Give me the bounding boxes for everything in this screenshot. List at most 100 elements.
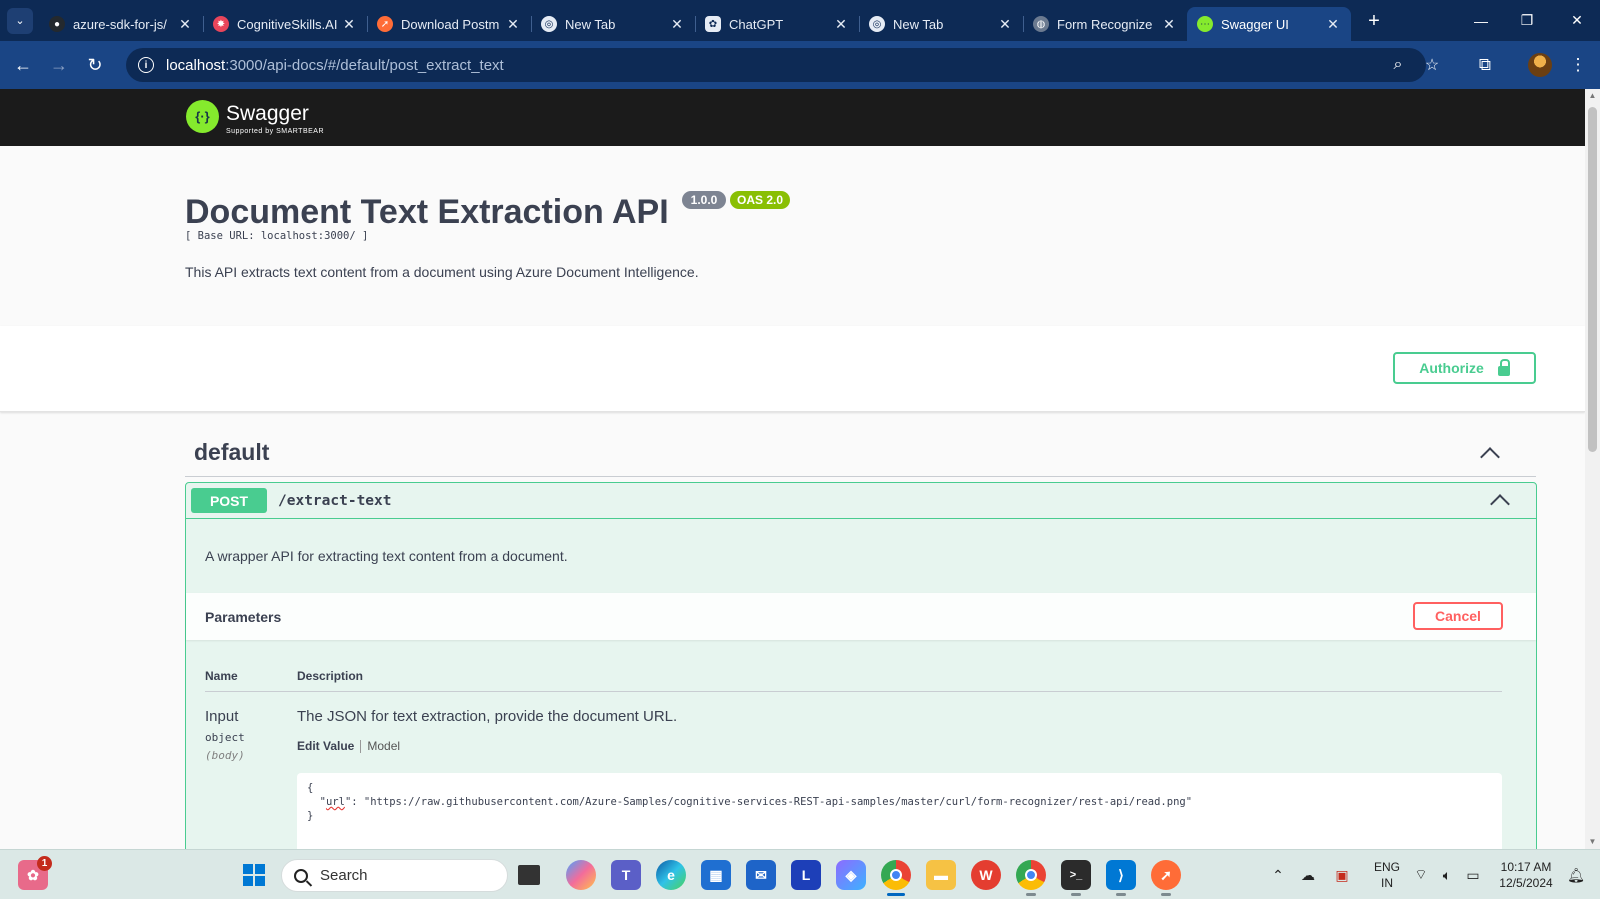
base-url: [ Base URL: localhost:3000/ ]: [185, 230, 369, 242]
browser-tab-strip: ⌄ ● azure-sdk-for-js/ ✕ ✸ CognitiveSkill…: [0, 0, 1600, 41]
operation-post-extract-text: POST /extract-text A wrapper API for ext…: [185, 482, 1537, 849]
url-path: :3000/api-docs/#/default/post_extract_te…: [225, 56, 504, 74]
column-description-header: Description: [297, 669, 364, 683]
extensions-icon[interactable]: ⧉: [1470, 50, 1500, 80]
browser-tab[interactable]: ✸ CognitiveSkills.AI ✕: [203, 7, 367, 41]
postman-icon: ➚: [377, 16, 393, 32]
site-info-icon[interactable]: i: [138, 57, 154, 73]
language-label: ENG: [1373, 860, 1400, 874]
method-badge: POST: [191, 488, 267, 513]
swagger-logo-sub: Supported by SMARTBEAR: [226, 128, 325, 135]
request-body-editor[interactable]: { "url": "https://raw.githubusercontent.…: [297, 773, 1502, 849]
close-tab-icon[interactable]: ✕: [833, 16, 849, 33]
swagger-icon: ⋯: [1197, 16, 1213, 32]
scroll-thumb[interactable]: [1588, 107, 1597, 452]
operation-description: A wrapper API for extracting text conten…: [205, 548, 568, 564]
taskbar: ✿ 1 Search T e ▦ ✉ L ◈ ▬ W >_ ⟩ ➚ ⌃ ☁ ▣ …: [0, 849, 1600, 899]
copilot-icon[interactable]: [566, 860, 596, 890]
edge-icon[interactable]: e: [656, 860, 686, 890]
vscode-icon[interactable]: ⟩: [1106, 860, 1136, 896]
chrome-icon[interactable]: [881, 860, 911, 896]
gift-icon[interactable]: ▣: [1330, 850, 1354, 899]
scroll-down-icon[interactable]: ▼: [1588, 837, 1597, 847]
parameter-name: Input: [205, 708, 239, 725]
search-placeholder: Search: [320, 867, 368, 884]
clock[interactable]: 10:17 AM 12/5/2024: [1494, 859, 1558, 891]
wps-icon[interactable]: W: [971, 860, 1001, 890]
collapse-chevron-icon[interactable]: [1480, 447, 1500, 467]
restore-icon[interactable]: ❐: [1504, 0, 1550, 41]
browser-tab[interactable]: ● azure-sdk-for-js/ ✕: [39, 7, 203, 41]
authorize-button[interactable]: Authorize: [1393, 352, 1536, 384]
cancel-button[interactable]: Cancel: [1413, 602, 1503, 630]
tab-model[interactable]: Model: [367, 739, 400, 753]
volume-icon[interactable]: 🔈︎: [1436, 850, 1458, 899]
copilot-app-icon[interactable]: ◈: [836, 860, 866, 890]
address-bar[interactable]: i localhost:3000/api-docs/#/default/post…: [126, 48, 1439, 82]
tag-section-default[interactable]: default: [185, 427, 1536, 477]
tab-title: Download Postm: [401, 16, 500, 32]
json-key: url: [325, 796, 345, 808]
close-tab-icon[interactable]: ✕: [1325, 16, 1341, 33]
close-tab-icon[interactable]: ✕: [505, 16, 521, 33]
profile-avatar[interactable]: [1525, 50, 1555, 80]
chatgpt-icon: ✿: [705, 16, 721, 32]
wifi-icon[interactable]: ⌔: [1410, 850, 1432, 899]
file-explorer-icon[interactable]: ▬: [926, 860, 956, 890]
l-app-icon[interactable]: L: [791, 860, 821, 890]
store-icon[interactable]: ▦: [701, 860, 731, 890]
example-model-tabs: Edit Value Model: [297, 739, 400, 753]
terminal-icon[interactable]: >_: [1061, 860, 1091, 896]
close-tab-icon[interactable]: ✕: [341, 16, 357, 33]
chrome-profile-icon[interactable]: [1016, 860, 1046, 896]
parameter-type: object: [205, 731, 245, 744]
browser-tab[interactable]: ✿ ChatGPT ✕: [695, 7, 859, 41]
bookmark-star-icon[interactable]: ☆: [1422, 55, 1442, 75]
operation-summary[interactable]: POST /extract-text: [186, 483, 1536, 519]
close-tab-icon[interactable]: ✕: [177, 16, 193, 33]
close-tab-icon[interactable]: ✕: [1161, 16, 1177, 33]
time-label: 10:17 AM: [1500, 860, 1552, 874]
teams-icon[interactable]: T: [611, 860, 641, 890]
taskbar-search-input[interactable]: Search: [281, 859, 508, 892]
notifications-bell-icon[interactable]: 🔔︎: [1564, 850, 1588, 899]
tab-title: Swagger UI: [1221, 16, 1289, 32]
date-label: 12/5/2024: [1499, 876, 1553, 890]
mail-icon[interactable]: ✉: [746, 860, 776, 890]
start-icon[interactable]: [239, 860, 269, 890]
zoom-icon[interactable]: ⌕: [1388, 55, 1408, 75]
tab-edit-value[interactable]: Edit Value: [297, 739, 354, 753]
collapse-chevron-icon[interactable]: [1490, 494, 1510, 514]
minimize-icon[interactable]: —: [1458, 0, 1504, 41]
language-indicator[interactable]: ENG IN: [1370, 859, 1404, 891]
widgets-icon[interactable]: ✿ 1: [18, 856, 52, 890]
reload-icon[interactable]: ↻: [77, 47, 113, 83]
page-scrollbar[interactable]: ▲ ▼: [1585, 89, 1600, 849]
back-icon[interactable]: ←: [5, 47, 41, 83]
battery-icon[interactable]: ▭: [1462, 850, 1484, 899]
github-icon: ●: [49, 16, 65, 32]
tab-search-chevron-icon[interactable]: ⌄: [7, 7, 33, 34]
close-tab-icon[interactable]: ✕: [669, 16, 685, 33]
lock-icon: [1497, 358, 1510, 376]
version-badge: 1.0.0: [682, 191, 726, 209]
search-icon: [294, 868, 308, 883]
show-hidden-icons-chevron-icon[interactable]: ⌃: [1268, 850, 1288, 899]
swagger-logo-icon[interactable]: {·}: [186, 100, 219, 133]
close-window-icon[interactable]: ✕: [1554, 0, 1600, 41]
postman-icon[interactable]: ➚: [1151, 860, 1181, 896]
browser-tab[interactable]: ◎ New Tab ✕: [859, 7, 1023, 41]
running-app-indicator: [1161, 893, 1171, 896]
browser-tab[interactable]: ➚ Download Postm ✕: [367, 7, 531, 41]
browser-menu-icon[interactable]: ⋮: [1563, 50, 1593, 80]
forward-icon[interactable]: →: [41, 47, 77, 83]
task-view-icon[interactable]: [518, 865, 540, 885]
browser-tab[interactable]: ◎ New Tab ✕: [531, 7, 695, 41]
tab-title: ChatGPT: [729, 16, 784, 32]
browser-tab[interactable]: ◍ Form Recognize ✕: [1023, 7, 1187, 41]
browser-tab-active[interactable]: ⋯ Swagger UI ✕: [1187, 7, 1351, 41]
close-tab-icon[interactable]: ✕: [997, 16, 1013, 33]
scroll-up-icon[interactable]: ▲: [1588, 91, 1597, 101]
onedrive-icon[interactable]: ☁: [1296, 850, 1320, 899]
new-tab-icon[interactable]: +: [1359, 10, 1389, 33]
